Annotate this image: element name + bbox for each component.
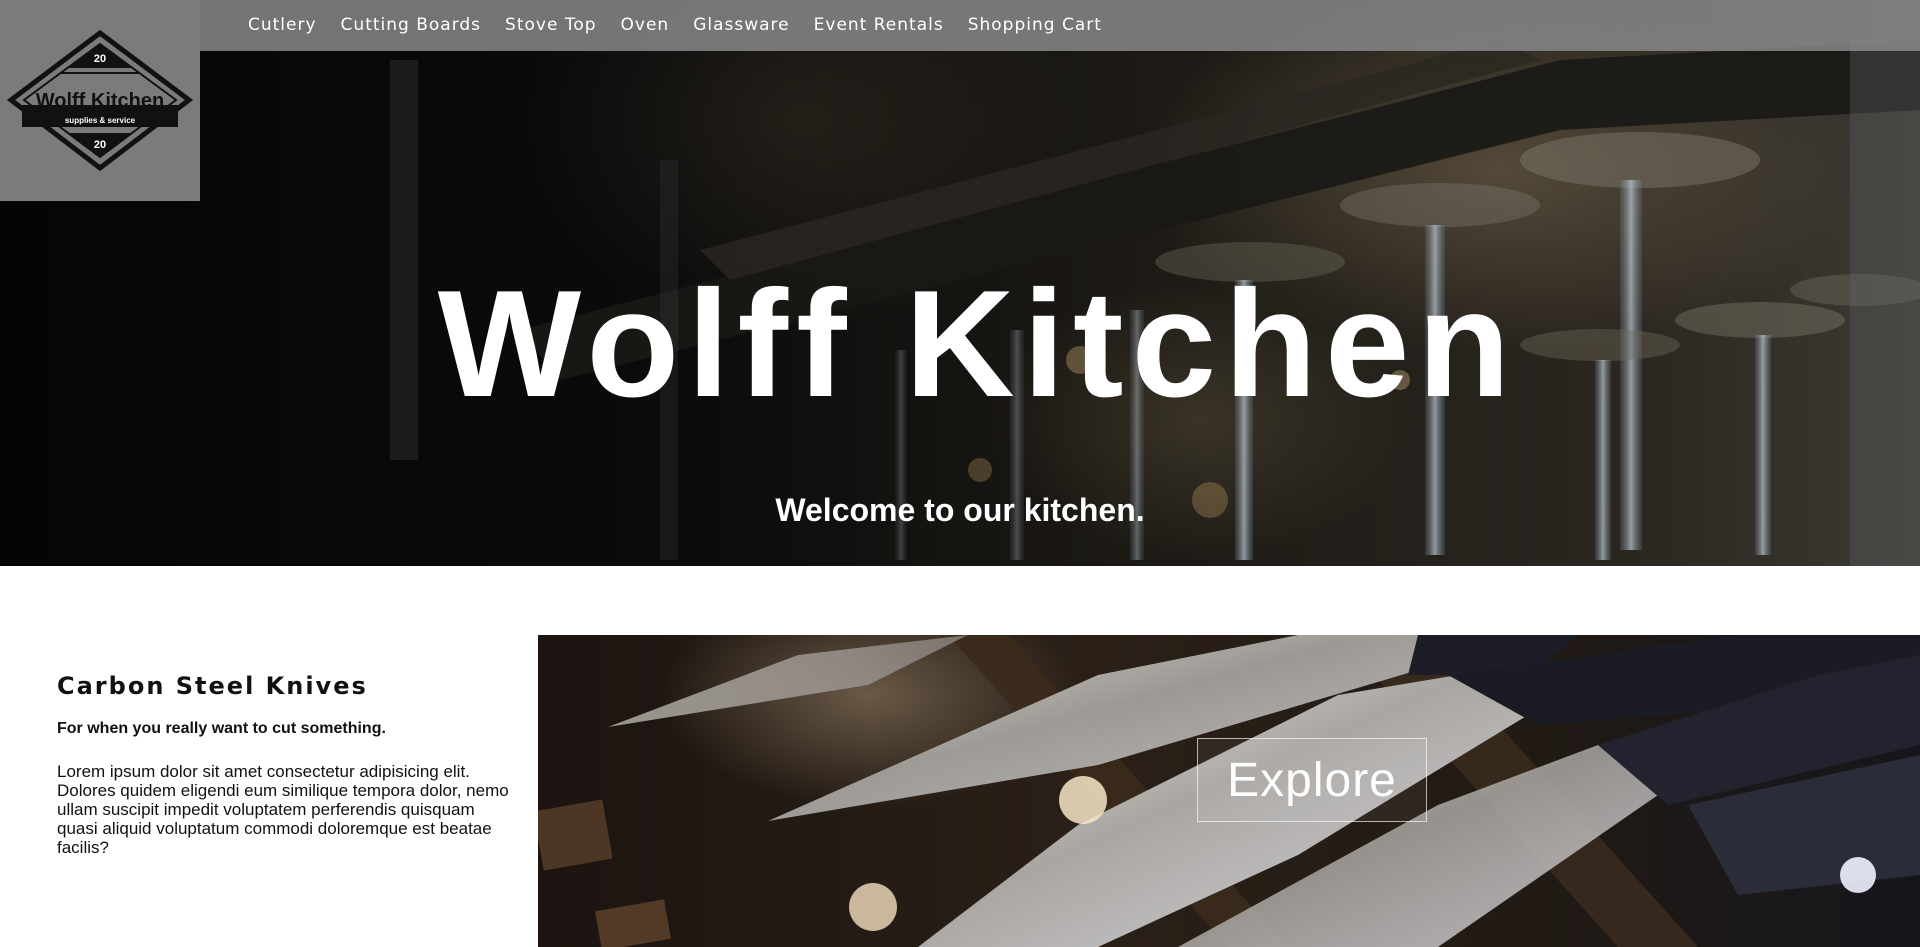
top-navigation-bar: Cutlery Cutting Boards Stove Top Oven Gl… (0, 0, 1920, 51)
main-nav: Cutlery Cutting Boards Stove Top Oven Gl… (238, 0, 1126, 51)
feature-description: Lorem ipsum dolor sit amet consectetur a… (57, 762, 509, 857)
logo-tagline: supplies & service (65, 116, 136, 125)
explore-button[interactable]: Explore (1197, 738, 1427, 822)
nav-link-cutlery[interactable]: Cutlery (248, 0, 317, 51)
hero-title: Wolff Kitchen (437, 259, 1519, 429)
feature-text-block: Carbon Steel Knives For when you really … (57, 672, 517, 857)
hero-subtitle: Welcome to our kitchen. (775, 492, 1145, 528)
nav-link-oven[interactable]: Oven (621, 0, 670, 51)
nav-link-cutting-boards[interactable]: Cutting Boards (341, 0, 482, 51)
site-logo[interactable]: 20 Wolff Kitchen supplies & service 20 (0, 0, 200, 201)
nav-link-stove-top[interactable]: Stove Top (505, 0, 596, 51)
feature-heading: Carbon Steel Knives (57, 672, 368, 700)
nav-link-shopping-cart[interactable]: Shopping Cart (968, 0, 1102, 51)
logo-bottom-number: 20 (94, 139, 106, 151)
logo-top-number: 20 (94, 53, 106, 65)
logo-emblem: 20 Wolff Kitchen supplies & service 20 (6, 29, 194, 172)
nav-link-event-rentals[interactable]: Event Rentals (814, 0, 944, 51)
hero-section: Cutlery Cutting Boards Stove Top Oven Gl… (0, 0, 1920, 566)
knives-feature-image: Explore (538, 635, 1920, 947)
logo-name: Wolff Kitchen (36, 90, 165, 112)
nav-link-glassware[interactable]: Glassware (693, 0, 789, 51)
feature-tagline: For when you really want to cut somethin… (57, 720, 386, 737)
